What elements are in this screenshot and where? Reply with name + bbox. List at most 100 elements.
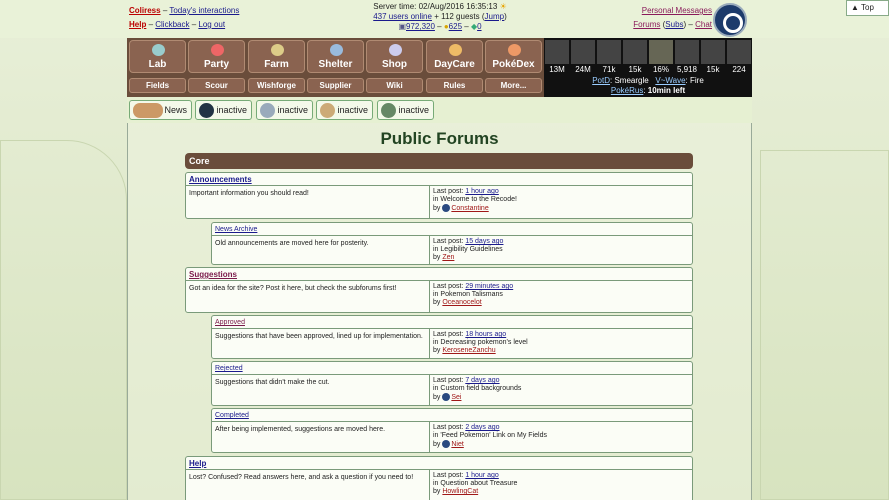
forum-header: Help [186,457,692,470]
tab-label: inactive [216,105,247,115]
nav-daycare-button[interactable]: DayCare [426,40,483,73]
forum-title-link[interactable]: Suggestions [189,270,237,279]
pokemon-sprite-icon[interactable] [727,40,751,64]
forum-title-link[interactable]: News Archive [215,226,257,233]
server-info: Server time: 02/Aug/2016 16:35:13 ☀ 437 … [373,2,507,31]
subforum-row: News Archive Old announcements are moved… [211,222,693,265]
main-nav: Lab Party Farm Shelter Shop DayCare Poké… [127,38,544,97]
last-post-label: Last post: [433,331,464,338]
todays-interactions-link[interactable]: Today's interactions [169,6,239,15]
tab-inactive[interactable]: inactive [195,100,252,120]
users-online-link[interactable]: 437 users online [373,12,432,21]
last-post-time-link[interactable]: 7 days ago [465,377,499,384]
pokemon-sprite-icon[interactable] [623,40,647,64]
last-post-info: Last post: 15 days ago in Legibility Gui… [430,236,692,264]
by-label: by [433,299,441,306]
inactive-icon [260,103,275,118]
last-post-time-link[interactable]: 18 hours ago [465,331,506,338]
nav-label: PokéDex [492,59,535,70]
nav-supplier-button[interactable]: Supplier [307,78,364,93]
credits-link[interactable]: 972,320 [406,22,435,31]
pokemon-sprite-icon[interactable] [649,40,673,64]
forum-title-link[interactable]: Completed [215,412,249,419]
tab-inactive[interactable]: inactive [377,100,434,120]
pokemon-sprite-icon[interactable] [675,40,699,64]
subs-link[interactable]: Subs [665,20,683,29]
nav-pokedex-button[interactable]: PokéDex [485,40,542,73]
last-post-time-link[interactable]: 2 days ago [465,424,499,431]
by-label: by [433,440,441,448]
news-icon [133,103,163,118]
nav-party-button[interactable]: Party [188,40,245,73]
username-link[interactable]: Coliress [129,6,161,15]
last-post-user-link[interactable]: Oceanocelot [442,299,481,306]
logout-link[interactable]: Log out [198,20,225,29]
nav-shop-button[interactable]: Shop [366,40,423,73]
nav-scour-button[interactable]: Scour [188,78,245,93]
pokemon-sprite-icon[interactable] [701,40,725,64]
top-bar: Coliress – Today's interactions Help – C… [0,0,889,38]
nav-wiki-button[interactable]: Wiki [366,78,423,93]
last-post-user-link[interactable]: Sei [451,394,461,401]
by-label: by [433,393,441,401]
last-post-label: Last post: [433,377,464,384]
forum-title-link[interactable]: Rejected [215,365,243,372]
tab-label: inactive [277,105,308,115]
nav-farm-button[interactable]: Farm [248,40,305,73]
separator: – [437,22,444,31]
tab-news[interactable]: News [129,100,192,120]
nav-shelter-button[interactable]: Shelter [307,40,364,73]
wave-link[interactable]: V~Wave [655,76,685,85]
gold-link[interactable]: 625 [449,22,462,31]
last-post-time-link[interactable]: 1 hour ago [465,472,498,479]
tab-inactive[interactable]: inactive [316,100,373,120]
gems-link[interactable]: 0 [477,22,481,31]
clickback-link[interactable]: Clickback [155,20,189,29]
shelter-icon [330,44,343,56]
nav-fields-button[interactable]: Fields [129,78,186,93]
nav-lab-button[interactable]: Lab [129,40,186,73]
avatar[interactable] [713,3,747,37]
jump-link[interactable]: Jump [485,12,505,21]
pokemon-sprite-icon[interactable] [571,40,595,64]
last-post-user-link[interactable]: HowlingCat [442,488,478,495]
pokemon-sprite-icon[interactable] [545,40,569,64]
tab-inactive[interactable]: inactive [256,100,313,120]
potd-link[interactable]: PotD [592,76,610,85]
personal-messages-link[interactable]: Personal Messages [642,6,712,15]
pokemon-sprite-icon[interactable] [597,40,621,64]
last-post-time-link[interactable]: 15 days ago [465,238,503,245]
forums-link[interactable]: Forums [633,20,660,29]
nav-wishforge-button[interactable]: Wishforge [248,78,305,93]
forum-title-link[interactable]: Help [189,459,206,468]
nav-more-button[interactable]: More... [485,78,542,93]
last-post-label: Last post: [433,472,464,479]
chat-link[interactable]: Chat [695,20,712,29]
inactive-icon [381,103,396,118]
forum-title-link[interactable]: Announcements [189,175,252,184]
last-post-label: Last post: [433,188,464,195]
last-post-user-link[interactable]: KeroseneZanchu [442,347,495,354]
forum-description: Important information you should read! [186,186,430,218]
inactive-icon [199,103,214,118]
nav-rules-button[interactable]: Rules [426,78,483,93]
last-post-user-link[interactable]: Niet [451,441,463,448]
last-post-time-link[interactable]: 29 minutes ago [465,283,513,290]
last-post-topic: 'Feed Pokemon' Link on My Fields [440,432,547,439]
pokerus-link[interactable]: PokéRus [611,86,643,95]
background-decoration [0,140,127,500]
help-link[interactable]: Help [129,20,146,29]
last-post-topic: Pokemon Talismans [440,291,503,298]
last-post-info: Last post: 2 days ago in 'Feed Pokemon' … [430,422,692,452]
forum-title-link[interactable]: Approved [215,319,245,326]
last-post-user-link[interactable]: Constantine [451,205,488,212]
tab-label: inactive [398,105,429,115]
stats-panel: 13M 24M 71k 15k 16% 5,918 15k 224 PotD: … [544,38,752,97]
lab-icon [152,44,165,56]
forum-description: Lost? Confused? Read answers here, and a… [186,470,430,500]
last-post-time-link[interactable]: 1 hour ago [465,188,498,195]
scroll-top-button[interactable]: ▲ Top [846,0,889,16]
stat-value: 71k [602,65,616,74]
forum-header: Suggestions [186,268,692,281]
last-post-user-link[interactable]: Zen [442,254,454,261]
